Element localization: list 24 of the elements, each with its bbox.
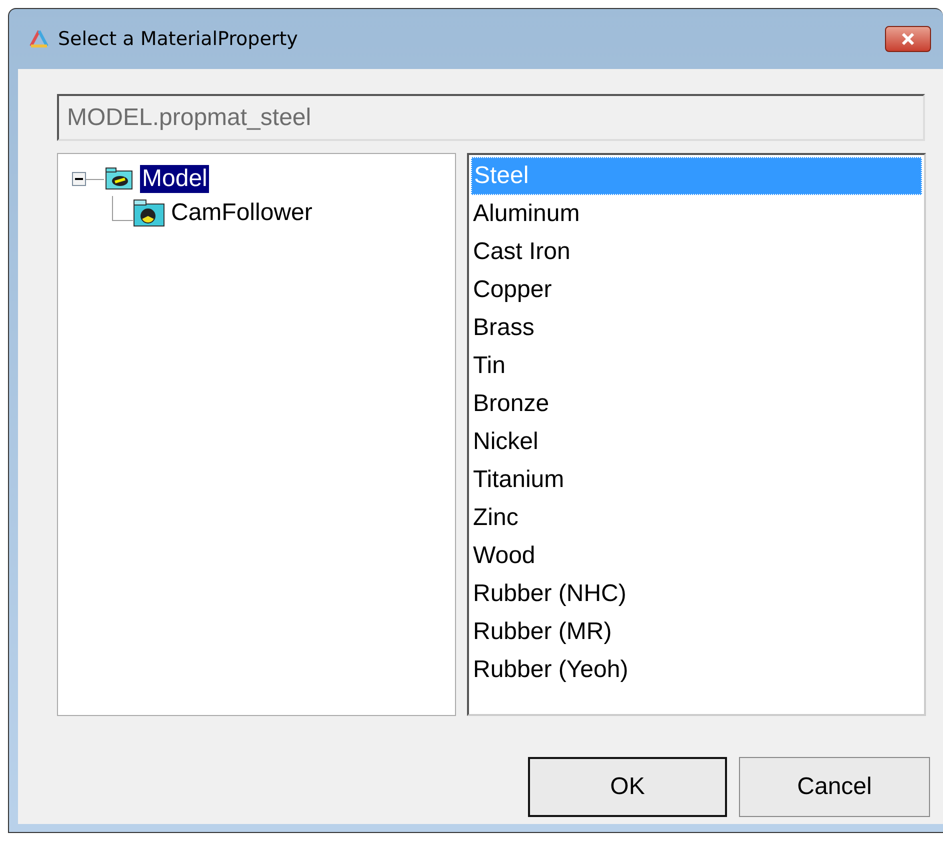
dialog-button[interactable]: OK <box>528 757 727 817</box>
folder-icon <box>133 199 165 227</box>
list-item[interactable]: Rubber (Yeoh) <box>471 651 922 689</box>
close-icon <box>899 32 917 46</box>
triangle-logo-icon <box>28 29 50 49</box>
list-item[interactable]: Bronze <box>471 385 922 423</box>
list-item[interactable]: Zinc <box>471 499 922 537</box>
list-item[interactable]: Rubber (NHC) <box>471 575 922 613</box>
list-item[interactable]: Cast Iron <box>471 233 922 271</box>
list-item[interactable]: Rubber (MR) <box>471 613 922 651</box>
close-button[interactable] <box>885 26 931 52</box>
dialog-button[interactable]: Cancel <box>739 757 930 817</box>
list-item[interactable]: Titanium <box>471 461 922 499</box>
list-item[interactable]: Nickel <box>471 423 922 461</box>
list-item[interactable]: Copper <box>471 271 922 309</box>
collapse-toggle-icon[interactable] <box>72 172 86 186</box>
list-item[interactable]: Wood <box>471 537 922 575</box>
tree-item[interactable]: CamFollower <box>169 199 314 227</box>
window-title: Select a MaterialProperty <box>58 28 299 50</box>
tree-connector-line <box>86 178 104 180</box>
list-item[interactable]: Aluminum <box>471 195 922 233</box>
list-item[interactable]: Brass <box>471 309 922 347</box>
tree-item[interactable]: Model <box>140 165 210 193</box>
list-item[interactable]: Tin <box>471 347 922 385</box>
